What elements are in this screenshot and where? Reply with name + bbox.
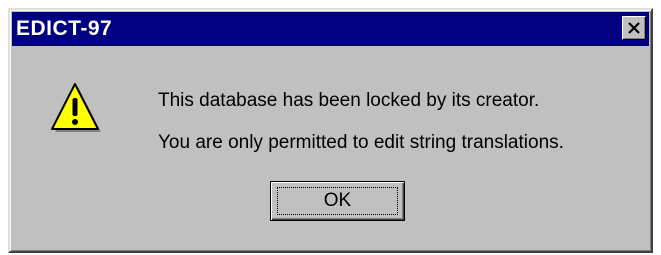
ok-button-label: OK — [323, 190, 352, 211]
close-icon — [628, 22, 640, 34]
warning-icon — [51, 83, 101, 132]
title-bar[interactable]: EDICT-97 — [12, 12, 649, 46]
message-line-2: You are only permitted to edit string tr… — [158, 132, 564, 153]
dialog-title: EDICT-97 — [16, 17, 113, 40]
close-button[interactable] — [622, 16, 646, 40]
ok-button[interactable]: OK — [270, 181, 405, 221]
message-dialog: EDICT-97 This database has been locked b… — [8, 8, 653, 253]
message-line-1: This database has been locked by its cre… — [158, 90, 540, 111]
